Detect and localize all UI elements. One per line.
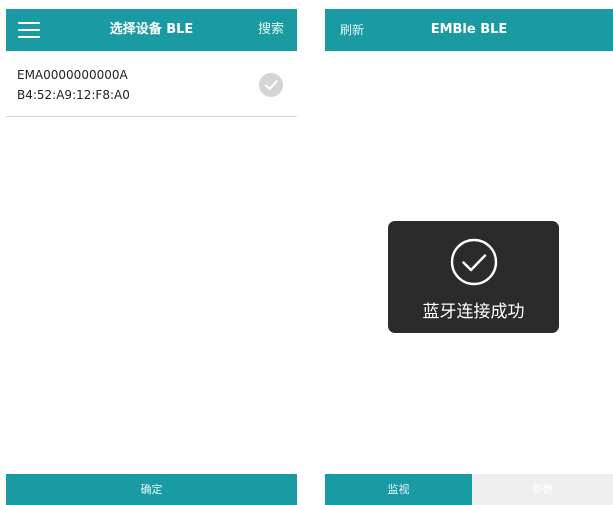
page-title: 选择设备 BLE: [109, 22, 194, 37]
device-select-header: 选择设备 BLE 搜索: [6, 9, 297, 51]
device-list-item[interactable]: EMA0000000000A B4:52:A9:12:F8:A0: [6, 55, 297, 117]
confirm-button[interactable]: 确定: [6, 474, 297, 505]
tab-monitor[interactable]: 监视: [325, 474, 472, 505]
device-name: EMA0000000000A: [17, 68, 128, 82]
main-screen: 刷新 EMBle BLE 蓝牙连接成功 监视 参数: [325, 0, 613, 505]
search-button[interactable]: 搜索: [258, 9, 284, 51]
app-title: EMBle BLE: [430, 22, 508, 37]
connection-success-toast: 蓝牙连接成功: [388, 221, 559, 333]
main-header: 刷新 EMBle BLE: [325, 9, 613, 51]
check-circle-icon[interactable]: [259, 73, 283, 97]
tab-params[interactable]: 参数: [472, 474, 613, 505]
device-mac-address: B4:52:A9:12:F8:A0: [17, 88, 130, 102]
check-circle-icon: [450, 238, 498, 286]
device-select-screen: 选择设备 BLE 搜索 EMA0000000000A B4:52:A9:12:F…: [6, 0, 297, 505]
toast-message: 蓝牙连接成功: [422, 302, 525, 322]
